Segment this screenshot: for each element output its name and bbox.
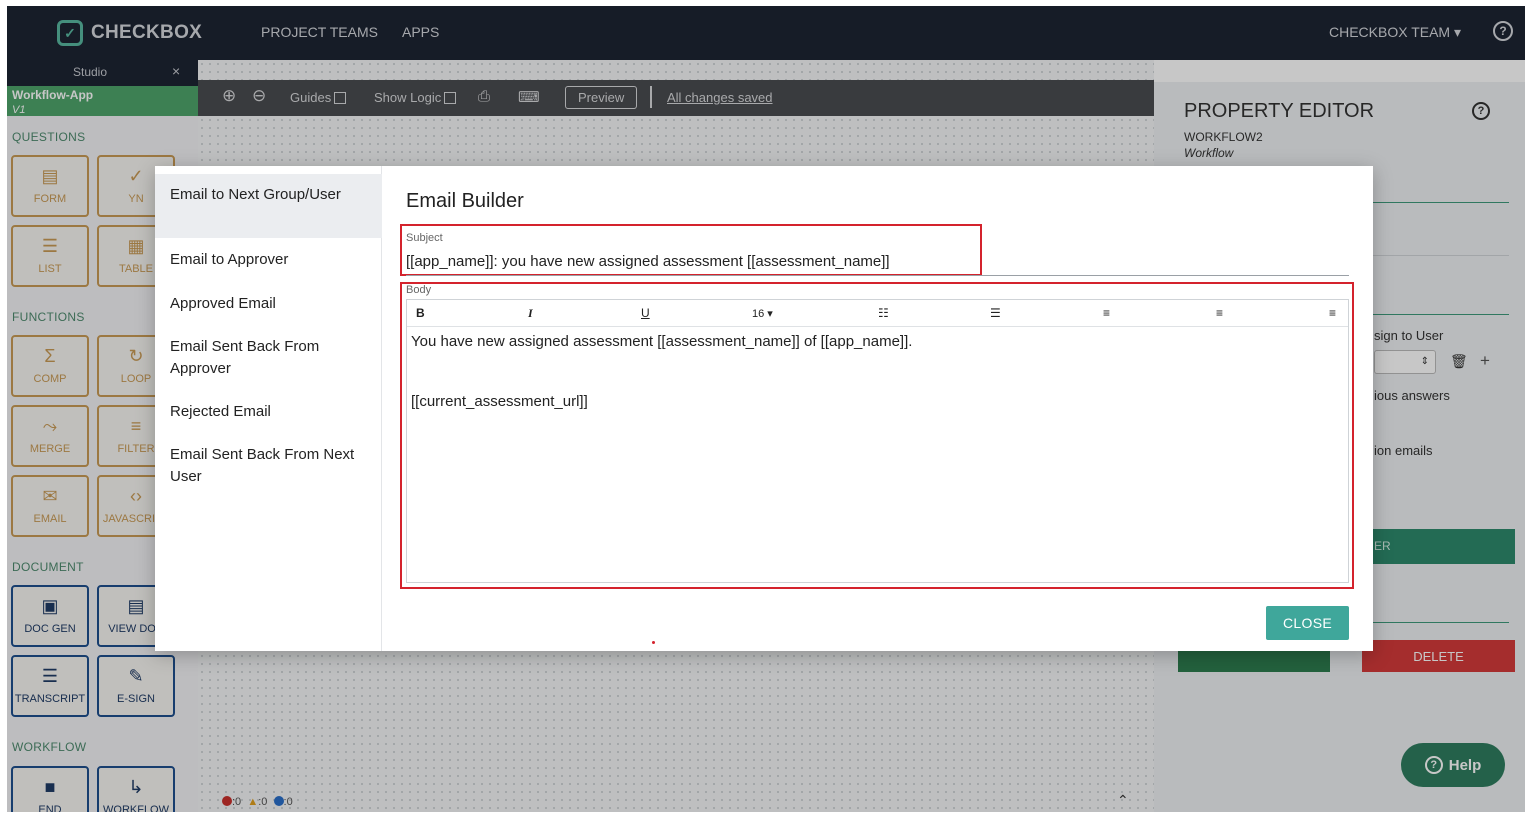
align-right-icon[interactable]: ≡ xyxy=(1329,306,1336,320)
nav-email-sent-back-from-next-user[interactable]: Email Sent Back From Next User xyxy=(155,444,382,488)
nav-email-sent-back-from-approver[interactable]: Email Sent Back From Approver xyxy=(155,336,382,380)
editor-toolbar: B I U 16 ▾ ☷ ☰ ≡ ≡ ≡ xyxy=(407,300,1348,327)
body-editor[interactable]: B I U 16 ▾ ☷ ☰ ≡ ≡ ≡ You have new assign… xyxy=(406,299,1349,583)
italic-icon[interactable]: I xyxy=(528,306,533,321)
body-label: Body xyxy=(406,284,432,296)
bold-icon[interactable]: B xyxy=(416,306,425,320)
close-button[interactable]: CLOSE xyxy=(1266,606,1349,640)
subject-label: Subject xyxy=(406,232,443,244)
modal-title: Email Builder xyxy=(406,190,524,212)
font-size-select[interactable]: 16 ▾ xyxy=(752,307,773,320)
body-line: You have new assigned assessment [[asses… xyxy=(411,333,913,350)
body-content[interactable]: You have new assigned assessment [[asses… xyxy=(407,327,1348,425)
email-builder-modal: Email to Next Group/User Email to Approv… xyxy=(155,166,1373,651)
red-dot xyxy=(652,641,655,644)
nav-approved-email[interactable]: Approved Email xyxy=(155,293,382,315)
body-line: [[current_assessment_url]] xyxy=(411,393,588,410)
align-left-icon[interactable]: ≡ xyxy=(1103,306,1110,320)
bullet-list-icon[interactable]: ☰ xyxy=(990,306,1001,320)
email-type-nav: Email to Next Group/User Email to Approv… xyxy=(155,166,382,651)
app-window: ✓ CHECKBOX PROJECT TEAMS APPS CHECKBOX T… xyxy=(7,6,1525,812)
ordered-list-icon[interactable]: ☷ xyxy=(878,306,889,320)
subject-underline xyxy=(406,275,1349,276)
nav-rejected-email[interactable]: Rejected Email xyxy=(155,401,382,423)
align-center-icon[interactable]: ≡ xyxy=(1216,306,1223,320)
nav-email-to-approver[interactable]: Email to Approver xyxy=(155,249,382,271)
underline-icon[interactable]: U xyxy=(641,306,650,320)
body-line xyxy=(411,361,1344,391)
subject-input[interactable]: [[app_name]]: you have new assigned asse… xyxy=(406,253,890,270)
nav-email-to-next-group[interactable]: Email to Next Group/User xyxy=(155,174,382,238)
